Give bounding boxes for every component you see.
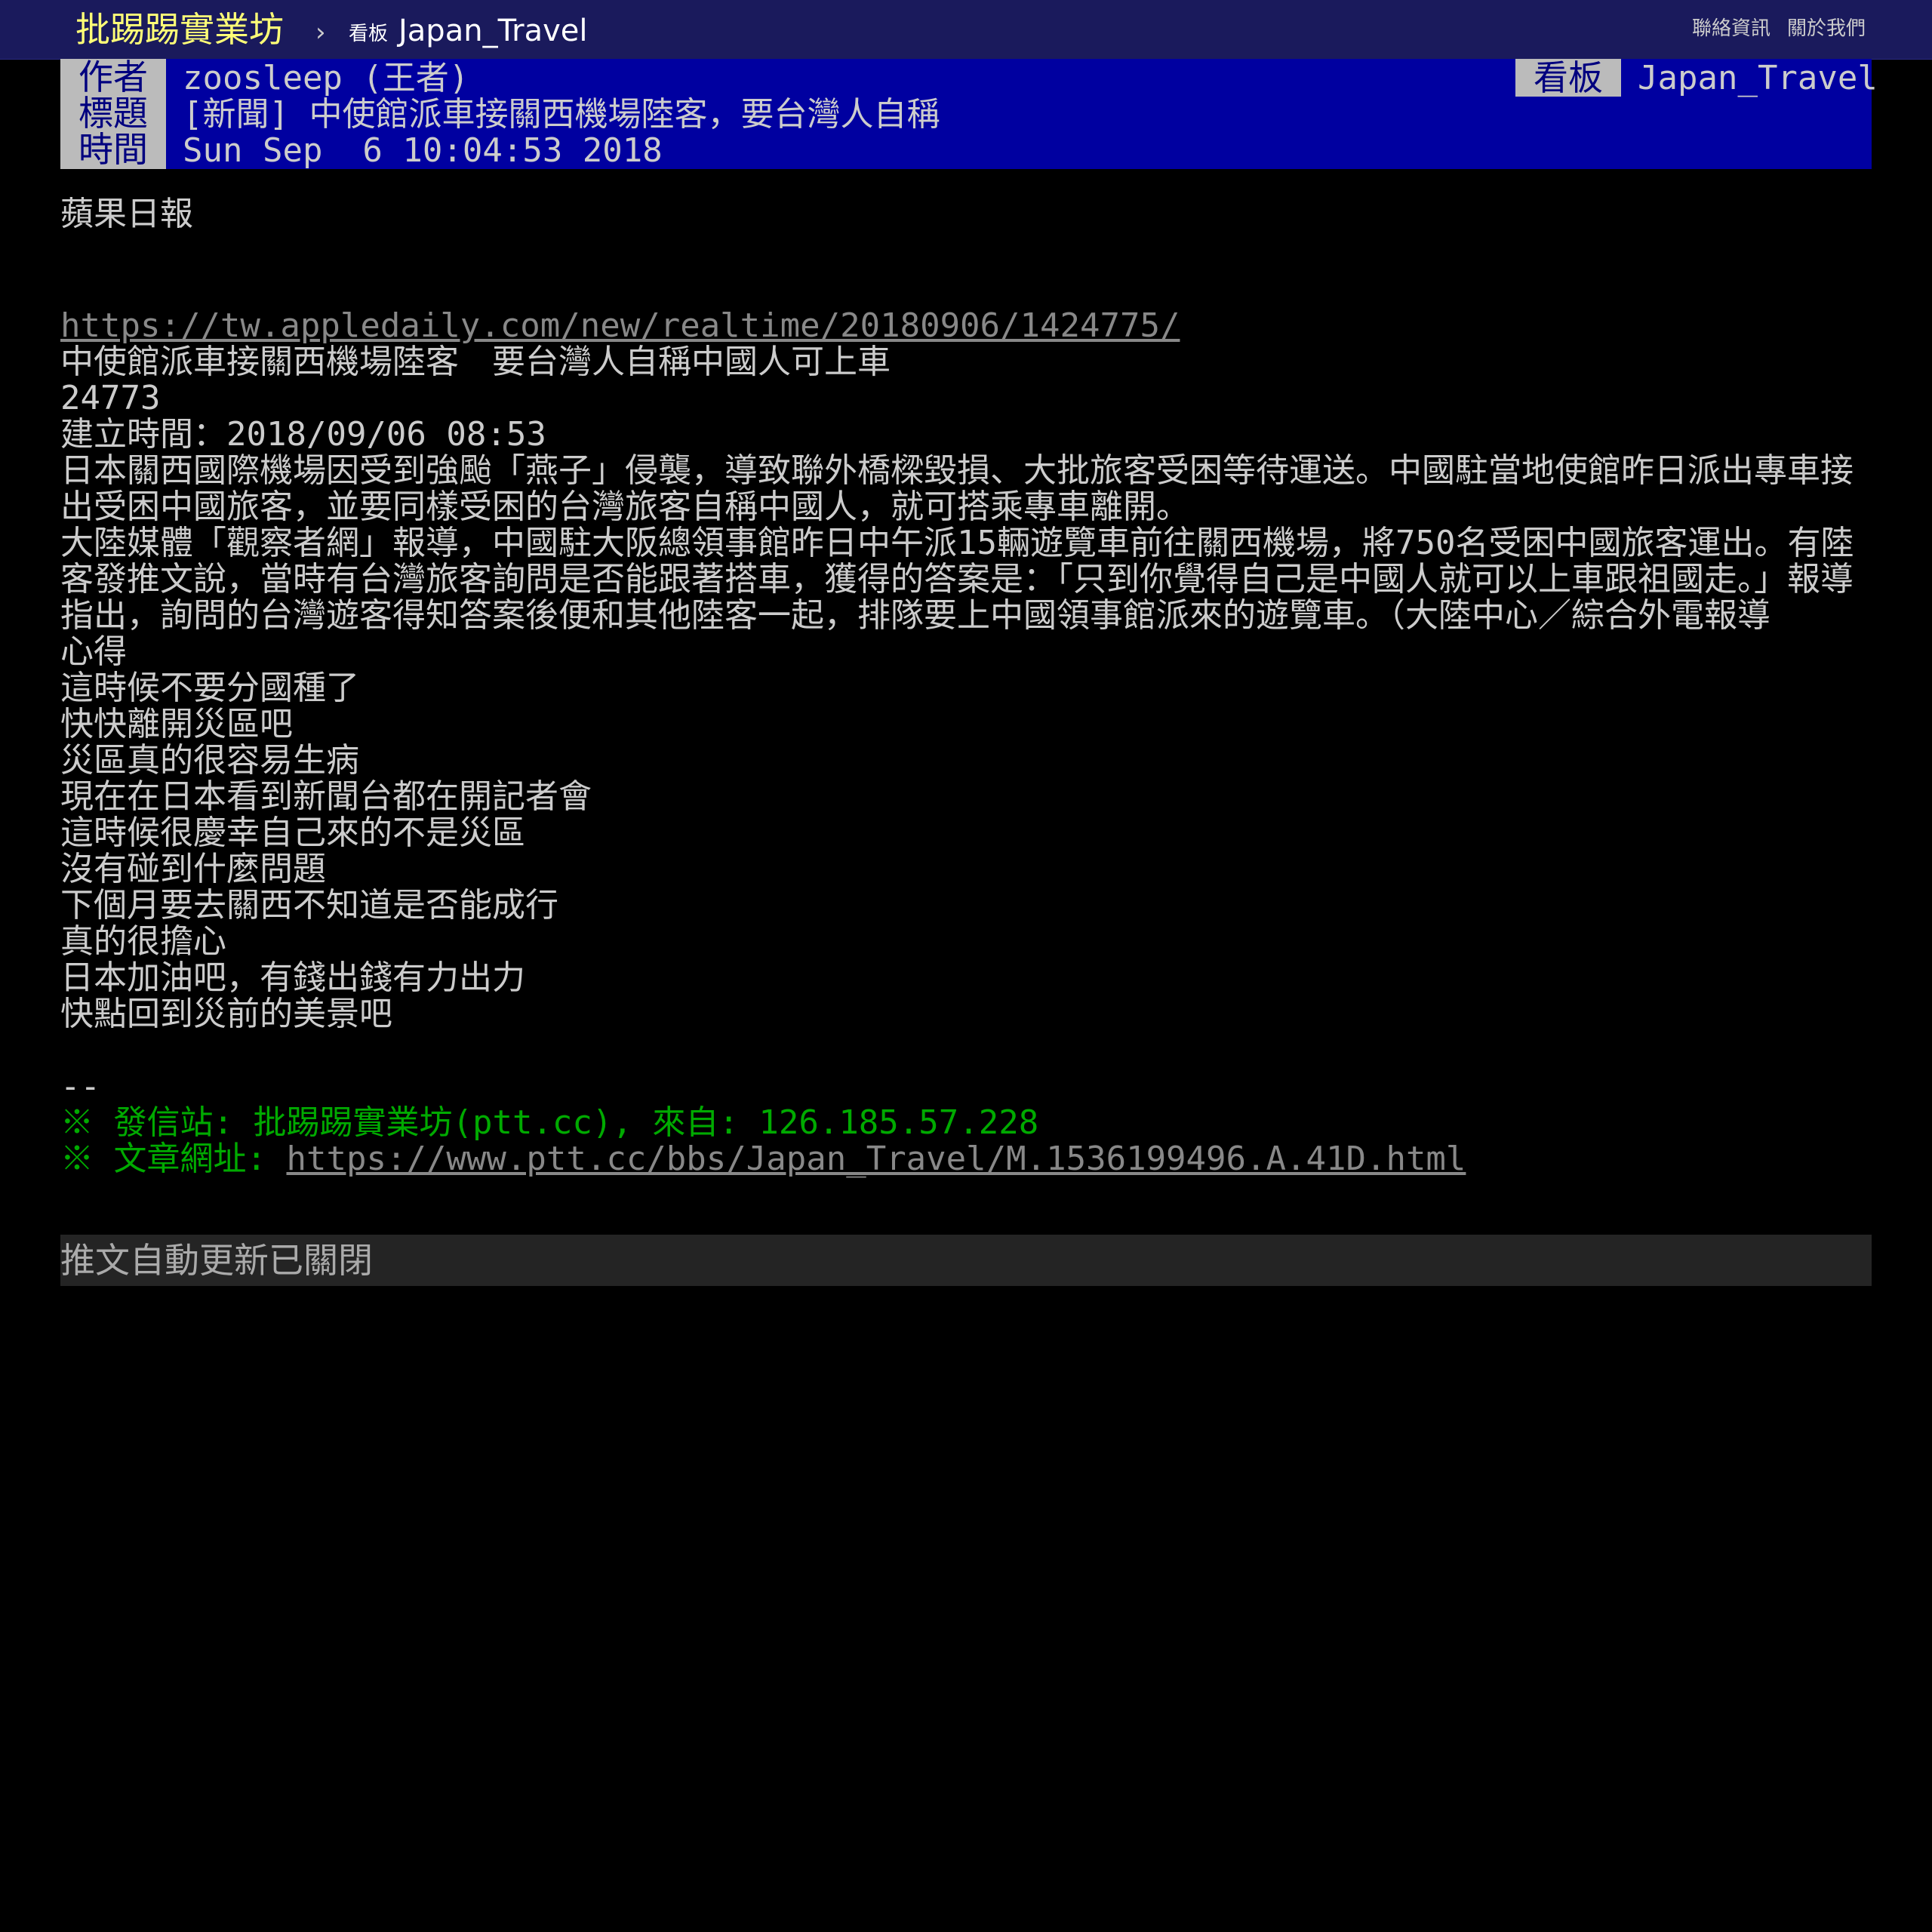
board-tag: 看板: [1515, 59, 1621, 97]
source-url-link[interactable]: https://tw.appledaily.com/new/realtime/2…: [60, 306, 1180, 345]
article-body-line: 真的很擔心: [60, 922, 226, 961]
about-us-link[interactable]: 關於我們: [1787, 15, 1866, 42]
article-body-line: 災區真的很容易生病: [60, 741, 359, 780]
top-navbar: 批踢踢實業坊 › 看板 Japan_Travel 聯絡資訊 關於我們: [0, 0, 1932, 60]
article-body-line: 大陸媒體「觀察者網」報導，中國駐大阪總領事館昨日中午派15輛遊覽車前往關西機場，…: [60, 524, 1854, 635]
push-autoupdate-status-bar: 推文自動更新已關閉: [60, 1235, 1872, 1286]
source-url-line: https://tw.appledaily.com/new/realtime/2…: [60, 308, 1872, 344]
article-body-line: 心得: [60, 632, 127, 671]
article-body-line: 24773: [60, 379, 161, 417]
site-logo-link[interactable]: 批踢踢實業坊: [75, 5, 284, 54]
author-tag: 作者: [78, 57, 148, 97]
metadata-tag-column: 作者 標題 時間: [60, 59, 166, 169]
footer-url-label: ※ 文章網址:: [60, 1140, 287, 1178]
article-body-line: 快快離開災區吧: [60, 705, 293, 743]
article-body-line: 現在在日本看到新聞台都在開記者會: [60, 777, 592, 816]
footer-url-line: ※ 文章網址: https://www.ptt.cc/bbs/Japan_Tra…: [60, 1141, 1872, 1177]
article-body: 中使館派車接關西機場陸客 要台灣人自稱中國人可上車 24773 建立時間：2018/…: [60, 344, 1872, 1032]
article-body-line: 沒有碰到什麼問題: [60, 850, 326, 888]
footer-article-url-link[interactable]: https://www.ptt.cc/bbs/Japan_Travel/M.15…: [286, 1140, 1466, 1178]
article-body-line: 快點回到災前的美景吧: [60, 995, 392, 1033]
title-tag: 標題: [78, 93, 148, 134]
article-metadata-header: 作者 標題 時間 zoosleep (王者) [新聞] 中使館派車接關西機場陸客…: [60, 59, 1878, 170]
article-body-line: 日本關西國際機場因受到強颱「燕子」侵襲，導致聯外橋樑毀損、大批旅客受困等待運送。…: [60, 451, 1854, 526]
author-value: zoosleep (王者): [183, 59, 469, 97]
time-value: Sun Sep 6 10:04:53 2018: [183, 131, 663, 170]
breadcrumb-board-link[interactable]: Japan_Travel: [398, 6, 587, 56]
board-value: Japan_Travel: [1638, 59, 1878, 97]
article-body-line: 這時候不要分國種了: [60, 669, 359, 707]
article-body-line: 建立時間：2018/09/06 08:53: [60, 415, 546, 454]
contact-info-link[interactable]: 聯絡資訊: [1692, 15, 1770, 42]
article-body-line: 下個月要去關西不知道是否能成行: [60, 886, 558, 924]
time-tag: 時間: [78, 129, 148, 170]
title-value: [新聞] 中使館派車接關西機場陸客，要台灣人自稱: [183, 95, 940, 134]
article-source: 蘋果日報: [60, 195, 193, 233]
footer-origin: ※ 發信站: 批踢踢實業坊(ptt.cc), 來自: 126.185.57.22…: [60, 1103, 1039, 1142]
article-body-line: 這時候很慶幸自己來的不是災區: [60, 814, 525, 852]
signature-separator: --: [60, 1067, 100, 1106]
breadcrumb-separator-icon: ›: [315, 17, 326, 48]
breadcrumb-board-label: 看板: [349, 23, 389, 45]
article-content: 蘋果日報 https://tw.appledaily.com/new/realt…: [60, 196, 1872, 1177]
article-body-line: 日本加油吧，有錢出錢有力出力: [60, 958, 525, 997]
article-body-line: 中使館派車接關西機場陸客 要台灣人自稱中國人可上車: [60, 343, 891, 381]
